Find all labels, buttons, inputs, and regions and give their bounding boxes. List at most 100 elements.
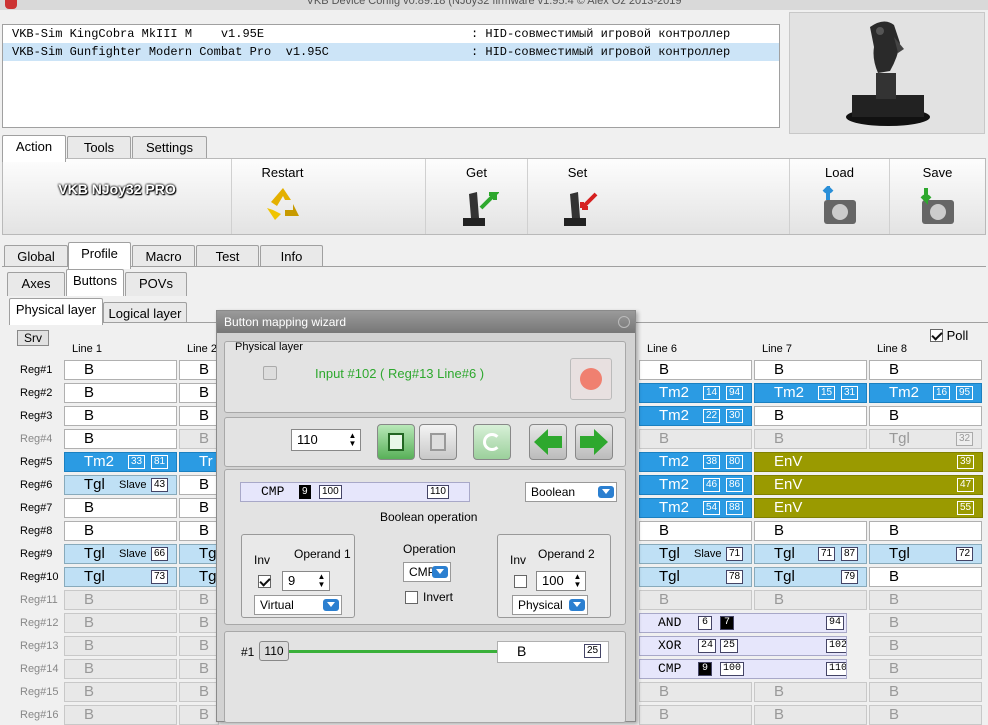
button-cell[interactable]: B <box>754 705 867 725</box>
reset-button[interactable] <box>570 358 612 400</box>
button-cell[interactable]: CMP 9 100 110 <box>639 659 847 679</box>
button-cell[interactable]: XOR 24 25 102 <box>639 636 847 656</box>
button-cell[interactable]: B <box>869 360 982 380</box>
button-cell[interactable]: Tgl 73 <box>64 567 177 587</box>
button-cell[interactable]: B <box>639 705 752 725</box>
button-cell[interactable]: Tgl 78 <box>639 567 752 587</box>
button-cell[interactable]: B <box>179 613 219 633</box>
operand2-spinner[interactable]: 100 ▲ ▼ <box>536 571 586 591</box>
button-cell[interactable]: B <box>179 475 219 495</box>
button-cell[interactable]: B <box>754 590 867 610</box>
operand1-inv-checkbox[interactable] <box>258 575 271 588</box>
button-cell[interactable]: B <box>179 406 219 426</box>
tab-settings[interactable]: Settings <box>132 136 207 160</box>
output-number[interactable]: 110 <box>259 641 289 661</box>
button-cell[interactable]: B <box>64 429 177 449</box>
button-cell[interactable]: B <box>639 521 752 541</box>
spinner-arrows-icon[interactable]: ▲ ▼ <box>317 573 326 589</box>
button-cell[interactable]: B <box>869 636 982 656</box>
button-cell[interactable]: B <box>639 360 752 380</box>
next-button[interactable] <box>575 424 613 460</box>
button-cell[interactable]: B <box>869 705 982 725</box>
button-cell[interactable]: Tm2 22 30 <box>639 406 752 426</box>
button-cell[interactable]: B <box>179 636 219 656</box>
button-cell[interactable]: Tm2 14 94 <box>639 383 752 403</box>
srv-button[interactable]: Srv <box>17 330 49 346</box>
device-list[interactable]: VKB-Sim KingCobra MkIII M v1.95E: HID-со… <box>2 24 780 128</box>
button-cell[interactable]: B <box>64 521 177 541</box>
button-number-spinner[interactable]: 110 ▲ ▼ <box>291 429 361 451</box>
button-cell[interactable]: B <box>179 429 219 449</box>
restart-button[interactable]: Restart <box>231 159 333 234</box>
operation-select[interactable]: CMP <box>403 562 451 582</box>
operand2-inv-checkbox[interactable] <box>514 575 527 588</box>
button-cell[interactable]: B <box>64 590 177 610</box>
button-cell[interactable]: B <box>869 567 982 587</box>
poll-check[interactable] <box>930 329 943 342</box>
button-cell[interactable]: B <box>639 590 752 610</box>
button-cell[interactable]: Tm2 33 81 <box>64 452 177 472</box>
button-cell[interactable]: EnV 55 <box>754 498 983 518</box>
button-cell[interactable]: B <box>64 682 177 702</box>
device-row[interactable]: VKB-Sim KingCobra MkIII M v1.95E: HID-со… <box>3 25 779 43</box>
button-cell[interactable]: B <box>179 360 219 380</box>
button-cell[interactable]: Tm2 38 80 <box>639 452 752 472</box>
tab-povs[interactable]: POVs <box>125 272 187 296</box>
button-cell[interactable]: B <box>64 360 177 380</box>
button-cell[interactable]: B <box>869 659 982 679</box>
button-cell[interactable]: EnV 47 <box>754 475 983 495</box>
refresh-button[interactable] <box>473 424 511 460</box>
button-cell[interactable]: B <box>639 682 752 702</box>
tab-profile[interactable]: Profile <box>68 242 131 269</box>
button-cell[interactable]: B <box>64 705 177 725</box>
get-button[interactable]: Get <box>425 159 527 234</box>
button-cell[interactable]: Tg <box>179 567 219 587</box>
button-cell[interactable]: AND 6 7 94 <box>639 613 847 633</box>
button-cell[interactable]: B <box>179 659 219 679</box>
copy-button[interactable] <box>377 424 415 460</box>
button-cell[interactable]: Tr <box>179 452 219 472</box>
load-button[interactable]: Load <box>789 159 889 234</box>
button-cell[interactable]: B <box>639 429 752 449</box>
button-cell[interactable]: Tgl Slave 71 <box>639 544 752 564</box>
button-cell[interactable]: B <box>869 406 982 426</box>
operand1-source-select[interactable]: Virtual <box>254 595 342 615</box>
button-cell[interactable]: Tgl 72 <box>869 544 982 564</box>
device-row-selected[interactable]: VKB-Sim Gunfighter Modern Combat Pro v1.… <box>3 43 779 61</box>
invert-checkbox[interactable] <box>405 591 418 604</box>
button-cell[interactable]: Tg <box>179 544 219 564</box>
mode-select[interactable]: Boolean <box>525 482 617 502</box>
button-cell[interactable]: B <box>64 406 177 426</box>
tab-physical-layer[interactable]: Physical layer <box>9 298 103 325</box>
operand1-spinner[interactable]: 9 ▲ ▼ <box>282 571 330 591</box>
wizard-close-icon[interactable] <box>618 316 630 328</box>
button-cell[interactable]: B <box>179 590 219 610</box>
tab-axes[interactable]: Axes <box>7 272 65 296</box>
button-cell[interactable]: B <box>754 406 867 426</box>
button-cell[interactable]: B <box>179 383 219 403</box>
button-cell[interactable]: B <box>179 521 219 541</box>
button-cell[interactable]: B <box>754 521 867 541</box>
output-cell[interactable]: B 25 <box>497 641 609 663</box>
button-cell[interactable]: Tgl Slave 43 <box>64 475 177 495</box>
button-cell[interactable]: B <box>179 682 219 702</box>
button-cell[interactable]: Tm2 46 86 <box>639 475 752 495</box>
button-cell[interactable]: Tgl 32 <box>869 429 982 449</box>
poll-checkbox[interactable]: Poll <box>930 328 968 343</box>
button-cell[interactable]: B <box>64 383 177 403</box>
button-cell[interactable]: B <box>754 360 867 380</box>
button-cell[interactable]: B <box>754 429 867 449</box>
wizard-title-bar[interactable]: Button mapping wizard <box>217 311 635 333</box>
button-cell[interactable]: B <box>179 705 219 725</box>
button-cell[interactable]: B <box>869 590 982 610</box>
button-cell[interactable]: B <box>64 659 177 679</box>
paste-button[interactable] <box>419 424 457 460</box>
tab-action[interactable]: Action <box>2 135 66 162</box>
button-cell[interactable]: Tm2 16 95 <box>869 383 982 403</box>
tab-buttons[interactable]: Buttons <box>66 269 124 296</box>
button-cell[interactable]: B <box>179 498 219 518</box>
button-cell[interactable]: B <box>64 498 177 518</box>
button-cell[interactable]: B <box>64 613 177 633</box>
tab-tools[interactable]: Tools <box>67 136 131 160</box>
spinner-arrows-icon[interactable]: ▲ ▼ <box>348 432 357 448</box>
